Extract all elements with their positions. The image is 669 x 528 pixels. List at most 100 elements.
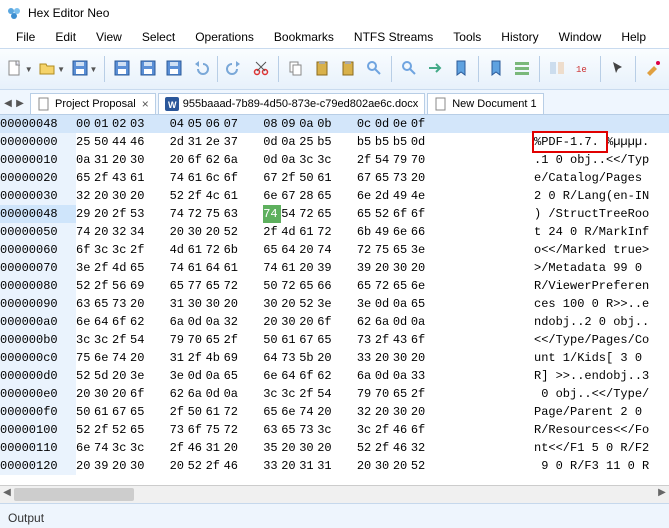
- bytes-cell[interactable]: 32203020 522f4c61 6e672865 6e2d494e: [76, 187, 534, 205]
- bytes-cell[interactable]: 6e743c3c 2f463120 35203020 522f4632: [76, 439, 534, 457]
- find-button[interactable]: [362, 54, 386, 84]
- menu-select[interactable]: Select: [134, 28, 183, 46]
- bytes-cell[interactable]: 6f3c3c2f 4d61726b 65642074 7275653e: [76, 241, 534, 259]
- bytes-cell[interactable]: 522f5265 736f7572 6365733c 3c2f466f: [76, 421, 534, 439]
- scroll-left-icon[interactable]: ◀: [0, 487, 14, 502]
- bytes-cell[interactable]: 756e7420 312f4b69 64735b20 33203020: [76, 349, 534, 367]
- bytes-cell[interactable]: 29202f53 74727563 74547265 65526f6f: [76, 205, 534, 223]
- hex-row[interactable]: 000000a06e646f62 6a0d0a32 2030206f 626a0…: [0, 313, 669, 331]
- cut-button[interactable]: [249, 54, 273, 84]
- menu-bookmarks[interactable]: Bookmarks: [266, 28, 342, 46]
- menu-edit[interactable]: Edit: [47, 28, 84, 46]
- hex-row[interactable]: 0000003032203020 522f4c61 6e672865 6e2d4…: [0, 187, 669, 205]
- menu-operations[interactable]: Operations: [187, 28, 262, 46]
- hex-mode-button[interactable]: 1e: [571, 54, 595, 84]
- ascii-cell[interactable]: <</Type/Pages/Co: [534, 331, 669, 349]
- open-file-button[interactable]: ▼: [36, 54, 66, 84]
- redo-button[interactable]: [223, 54, 247, 84]
- bookmark-prev-button[interactable]: [484, 54, 508, 84]
- ascii-cell[interactable]: >/Metadata 99 0: [534, 259, 669, 277]
- ascii-cell[interactable]: 0 obj..<</Type/: [534, 385, 669, 403]
- hex-row[interactable]: 00000080522f5669 65776572 50726566 65726…: [0, 277, 669, 295]
- undo-button[interactable]: [188, 54, 212, 84]
- hex-row[interactable]: 000000e02030206f 626a0d0a 3c3c2f54 79706…: [0, 385, 669, 403]
- scrollbar-horizontal[interactable]: ◀ ▶: [0, 485, 669, 503]
- ascii-cell[interactable]: e/Catalog/Pages: [534, 169, 669, 187]
- hex-row[interactable]: 0000012020392030 20522f46 33203131 20302…: [0, 457, 669, 475]
- menu-window[interactable]: Window: [551, 28, 610, 46]
- replace-button[interactable]: [397, 54, 421, 84]
- hex-row[interactable]: 000000100a312030 206f626a 0d0a3c3c 2f547…: [0, 151, 669, 169]
- compare-button[interactable]: [545, 54, 569, 84]
- hex-row[interactable]: 000001106e743c3c 2f463120 35203020 522f4…: [0, 439, 669, 457]
- save-all-button[interactable]: [110, 54, 134, 84]
- hex-row[interactable]: 00000020652f4361 74616c6f 672f5061 67657…: [0, 169, 669, 187]
- hex-editor-view[interactable]: 0000004800010203 04050607 08090a0b 0c0d0…: [0, 115, 669, 485]
- document-tab[interactable]: Project Proposal×: [30, 93, 156, 114]
- hex-row[interactable]: 00000100522f5265 736f7572 6365733c 3c2f4…: [0, 421, 669, 439]
- hex-row[interactable]: 0000004829202f53 74727563 74547265 65526…: [0, 205, 669, 223]
- menu-tools[interactable]: Tools: [445, 28, 489, 46]
- hex-row[interactable]: 000000d0525d203e 3e0d0a65 6e646f62 6a0d0…: [0, 367, 669, 385]
- bytes-cell[interactable]: 20392030 20522f46 33203131 20302052: [76, 457, 534, 475]
- bytes-cell[interactable]: 522f5669 65776572 50726566 6572656e: [76, 277, 534, 295]
- ascii-cell[interactable]: nt<</F1 5 0 R/F2: [534, 439, 669, 457]
- color-picker-button[interactable]: [641, 54, 665, 84]
- bytes-cell[interactable]: 6e646f62 6a0d0a32 2030206f 626a0d0a: [76, 313, 534, 331]
- menu-ntfs-streams[interactable]: NTFS Streams: [346, 28, 441, 46]
- hex-row[interactable]: 000000703e2f4d65 74616461 74612039 39203…: [0, 259, 669, 277]
- menu-help[interactable]: Help: [613, 28, 654, 46]
- hex-row[interactable]: 0000009063657320 31303020 3020523e 3e0d0…: [0, 295, 669, 313]
- save-as-button[interactable]: [162, 54, 186, 84]
- document-tab[interactable]: W955baaad-7b89-4d50-873e-c79ed802ae6c.do…: [158, 93, 425, 114]
- pointer-button[interactable]: [606, 54, 630, 84]
- hex-row[interactable]: 000000606f3c3c2f 4d61726b 65642074 72756…: [0, 241, 669, 259]
- bookmark-toggle-button[interactable]: [449, 54, 473, 84]
- bytes-cell[interactable]: 0a312030 206f626a 0d0a3c3c 2f547970: [76, 151, 534, 169]
- hex-row[interactable]: 0000005074203234 20302052 2f4d6172 6b496…: [0, 223, 669, 241]
- bytes-cell[interactable]: 25504446 2d312e37 0d0a25b5 b5b5b50d: [76, 133, 534, 151]
- hex-row[interactable]: 000000c0756e7420 312f4b69 64735b20 33203…: [0, 349, 669, 367]
- save-selection-button[interactable]: [136, 54, 160, 84]
- menu-history[interactable]: History: [493, 28, 546, 46]
- ascii-cell[interactable]: R/ViewerPreferen: [534, 277, 669, 295]
- structure-viewer-button[interactable]: [510, 54, 534, 84]
- save-button[interactable]: ▼: [69, 54, 99, 84]
- copy-button[interactable]: [284, 54, 308, 84]
- ascii-cell[interactable]: R/Resources<</Fo: [534, 421, 669, 439]
- menu-view[interactable]: View: [88, 28, 130, 46]
- bytes-cell[interactable]: 652f4361 74616c6f 672f5061 67657320: [76, 169, 534, 187]
- ascii-cell[interactable]: o<</Marked true>: [534, 241, 669, 259]
- paste-button[interactable]: [310, 54, 334, 84]
- ascii-cell[interactable]: .1 0 obj..<</Typ: [534, 151, 669, 169]
- document-tab[interactable]: New Document 1: [427, 93, 543, 114]
- bytes-cell[interactable]: 63657320 31303020 3020523e 3e0d0a65: [76, 295, 534, 313]
- hex-row[interactable]: 000000b03c3c2f54 7970652f 50616765 732f4…: [0, 331, 669, 349]
- bytes-cell[interactable]: 50616765 2f506172 656e7420 32203020: [76, 403, 534, 421]
- bytes-cell[interactable]: 74203234 20302052 2f4d6172 6b496e66: [76, 223, 534, 241]
- ascii-cell[interactable]: ndobj..2 0 obj..: [534, 313, 669, 331]
- paste-special-button[interactable]: [336, 54, 360, 84]
- ascii-cell[interactable]: 9 0 R/F3 11 0 R: [534, 457, 669, 475]
- new-file-button[interactable]: ▼: [4, 54, 34, 84]
- scrollbar-thumb[interactable]: [14, 488, 134, 501]
- hex-row[interactable]: 0000000025504446 2d312e37 0d0a25b5 b5b5b…: [0, 133, 669, 151]
- ascii-cell[interactable]: Page/Parent 2 0: [534, 403, 669, 421]
- close-icon[interactable]: ×: [142, 97, 149, 111]
- bytes-cell[interactable]: 3c3c2f54 7970652f 50616765 732f436f: [76, 331, 534, 349]
- bytes-cell[interactable]: 3e2f4d65 74616461 74612039 39203020: [76, 259, 534, 277]
- ascii-cell[interactable]: %PDF-1.7. %µµµµ.: [534, 133, 669, 151]
- bytes-cell[interactable]: 525d203e 3e0d0a65 6e646f62 6a0d0a33: [76, 367, 534, 385]
- tab-nav-right-icon[interactable]: ▶: [14, 97, 26, 109]
- goto-button[interactable]: [423, 54, 447, 84]
- ascii-cell[interactable]: ) /StructTreeRoo: [534, 205, 669, 223]
- hex-row[interactable]: 000000f050616765 2f506172 656e7420 32203…: [0, 403, 669, 421]
- ascii-cell[interactable]: unt 1/Kids[ 3 0: [534, 349, 669, 367]
- ascii-cell[interactable]: t 24 0 R/MarkInf: [534, 223, 669, 241]
- ascii-cell[interactable]: ces 100 0 R>>..e: [534, 295, 669, 313]
- ascii-cell[interactable]: 2 0 R/Lang(en-IN: [534, 187, 669, 205]
- menu-file[interactable]: File: [8, 28, 43, 46]
- ascii-cell[interactable]: R] >>..endobj..3: [534, 367, 669, 385]
- scroll-right-icon[interactable]: ▶: [655, 487, 669, 502]
- tab-nav-left-icon[interactable]: ◀: [2, 97, 14, 109]
